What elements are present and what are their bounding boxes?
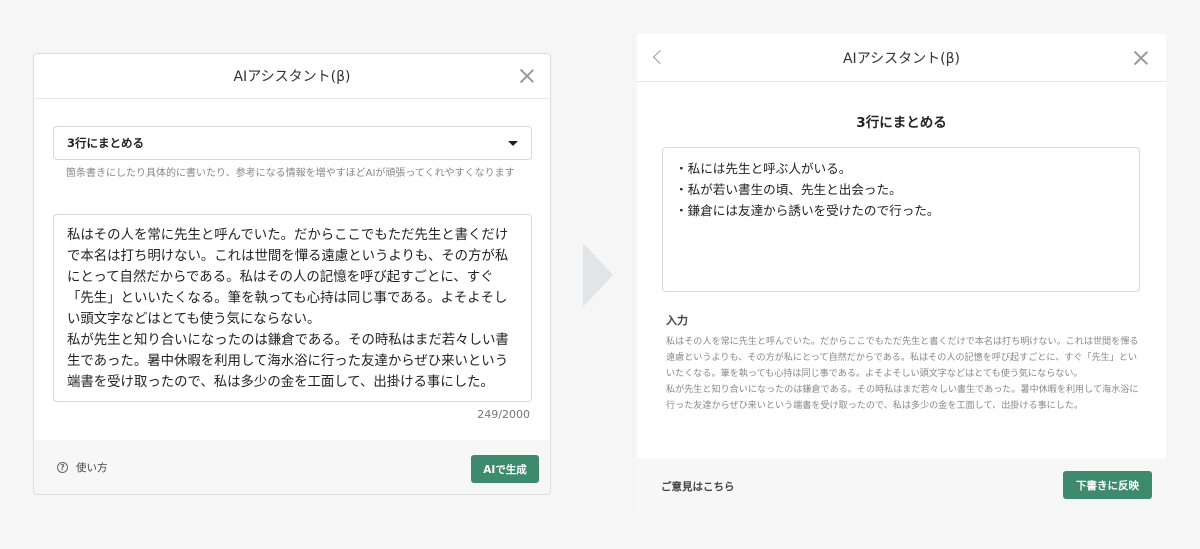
help-label: 使い方 [76, 462, 108, 474]
close-icon[interactable] [520, 69, 534, 83]
dialog-header: AIアシスタント(β) [637, 34, 1166, 82]
dialog-title: AIアシスタント(β) [842, 50, 960, 67]
dialog-header: AIアシスタント(β) [34, 54, 550, 99]
result-textarea[interactable]: ・私には先生と呼ぶ人がいる。 ・私が若い書生の頃、先生と出会った。 ・鎌倉には友… [662, 147, 1140, 292]
result-line: ・私には先生と呼ぶ人がいる。 [675, 161, 852, 176]
result-line: ・鎌倉には友達から誘いを受けたので行った。 [675, 203, 940, 218]
mode-select-value: 3行にまとめる [67, 136, 145, 150]
caret-down-icon [508, 141, 518, 146]
input-label: 入力 [666, 314, 688, 327]
question-circle-icon: ? [57, 462, 68, 473]
feedback-link[interactable]: ご意見はこちら [661, 479, 735, 494]
input-preview-text: 私はその人を常に先生と呼んでいた。だからここでもただ先生と書くだけで本名は打ち明… [666, 337, 1139, 411]
mode-title: 3行にまとめる [856, 115, 947, 131]
arrow-right-icon [583, 243, 613, 307]
input-textarea[interactable]: 私はその人を常に先生と呼んでいた。だからここでもただ先生と書くだけで本名は打ち明… [53, 214, 532, 402]
help-link[interactable]: ? 使い方 [57, 460, 108, 475]
hint-text: 箇条書きにしたり具体的に書いたり、参考になる情報を増やすほどAIが頑張ってくれや… [66, 168, 515, 179]
char-counter: 249/2000 [477, 408, 530, 421]
close-icon[interactable] [1134, 51, 1148, 65]
dialog-footer: ご意見はこちら 下書きに反映 [637, 458, 1166, 514]
ai-assistant-dialog-result: AIアシスタント(β) 3行にまとめる ・私には先生と呼ぶ人がいる。 ・私が若い… [637, 34, 1166, 514]
result-line: ・私が若い書生の頃、先生と出会った。 [675, 182, 902, 197]
mode-select[interactable]: 3行にまとめる [53, 126, 532, 160]
chevron-left-icon[interactable] [652, 49, 668, 65]
ai-assistant-dialog-input: AIアシスタント(β) 3行にまとめる 箇条書きにしたり具体的に書いたり、参考に… [33, 53, 551, 495]
generate-button[interactable]: AIで生成 [471, 455, 539, 483]
apply-to-draft-button[interactable]: 下書きに反映 [1063, 471, 1152, 499]
dialog-title: AIアシスタント(β) [233, 69, 351, 85]
